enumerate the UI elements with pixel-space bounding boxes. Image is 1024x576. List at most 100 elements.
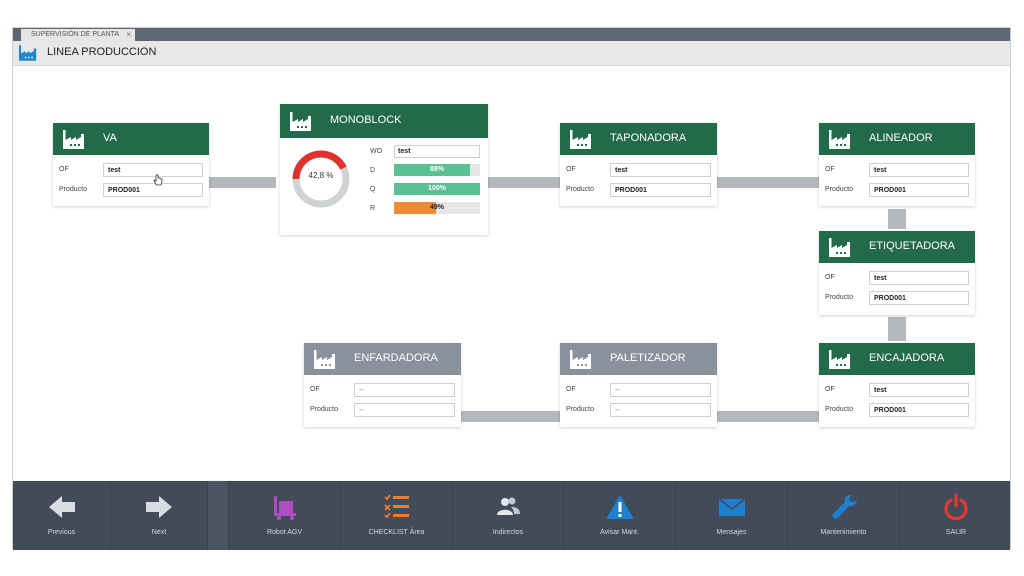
power-icon bbox=[944, 493, 968, 521]
factory-icon bbox=[19, 45, 37, 61]
page-title: LINEA PRODUCCION bbox=[47, 46, 157, 58]
factory-icon bbox=[570, 350, 591, 369]
of-field: -- bbox=[354, 382, 455, 397]
node-encajadora[interactable]: ENCAJADORA OF test Producto PROD001 bbox=[819, 343, 975, 427]
of-field: -- bbox=[610, 382, 711, 397]
connector-alineador-etiquetadora bbox=[888, 209, 906, 229]
mensajes-label: Mensajes bbox=[716, 529, 747, 536]
previous-button[interactable]: Previous bbox=[13, 481, 111, 550]
producto-field: -- bbox=[610, 402, 711, 417]
node-title: PALETIZADOR bbox=[610, 352, 686, 364]
producto-label: Producto bbox=[825, 406, 854, 413]
q-bar-text: 100% bbox=[428, 185, 446, 192]
robot-agv-label: Robot AGV bbox=[266, 529, 303, 536]
of-label: OF bbox=[825, 386, 835, 393]
producto-field: PROD001 bbox=[869, 402, 969, 417]
avisar-mant-button[interactable]: Avisar Mant. bbox=[564, 481, 676, 550]
connector-paletizador-enfardadora bbox=[461, 411, 560, 422]
tab-supervision-planta[interactable]: SUPERVISIÓN DE PLANTA × bbox=[21, 29, 135, 41]
hand-cursor-icon bbox=[153, 174, 163, 186]
node-alineador[interactable]: ALINEADOR OF test Producto PROD001 bbox=[819, 123, 975, 206]
node-header: TAPONADORA bbox=[560, 123, 717, 155]
factory-icon bbox=[63, 130, 84, 149]
node-header: PALETIZADOR bbox=[560, 343, 717, 375]
of-field: test bbox=[869, 270, 969, 285]
node-taponadora[interactable]: TAPONADORA OF test Producto PROD001 bbox=[560, 123, 717, 206]
salir-button[interactable]: SALIR bbox=[900, 481, 1012, 550]
node-header: VA bbox=[53, 123, 209, 155]
app-window: SUPERVISIÓN DE PLANTA × LINEA PRODUCCION bbox=[12, 27, 1011, 550]
connector-monoblock-taponadora bbox=[488, 177, 560, 188]
checklist-button[interactable]: CHECKLIST Área bbox=[341, 481, 453, 550]
producto-field: PROD001 bbox=[610, 182, 711, 197]
previous-label: Previous bbox=[47, 529, 76, 536]
r-label: R bbox=[370, 204, 376, 212]
bottom-toolbar: Previous Next Robot AGV CHECKLIST Área I… bbox=[13, 481, 1010, 550]
factory-icon bbox=[829, 238, 850, 257]
node-title: MONOBLOCK bbox=[330, 114, 402, 126]
mensajes-button[interactable]: Mensajes bbox=[676, 481, 788, 550]
tab-close-icon[interactable]: × bbox=[126, 29, 131, 41]
arrow-left-icon bbox=[48, 496, 75, 518]
r-bar-text: 49% bbox=[429, 204, 444, 211]
q-bar: 100% bbox=[394, 183, 480, 195]
next-button[interactable]: Next bbox=[111, 481, 208, 550]
of-label: OF bbox=[825, 166, 835, 173]
users-icon bbox=[497, 497, 520, 515]
connector-va-monoblock bbox=[209, 177, 276, 188]
node-title: ALINEADOR bbox=[869, 132, 933, 144]
factory-icon bbox=[570, 130, 591, 149]
producto-label: Producto bbox=[310, 406, 339, 413]
node-title: ENFARDADORA bbox=[354, 352, 438, 364]
indirectos-button[interactable]: Indirectos bbox=[453, 481, 564, 550]
of-label: OF bbox=[566, 166, 576, 173]
d-label: D bbox=[370, 166, 376, 174]
oee-gauge-label: 42,8 % bbox=[308, 171, 334, 180]
node-header: ALINEADOR bbox=[819, 123, 975, 155]
r-bar: 49% bbox=[394, 202, 480, 214]
factory-icon bbox=[314, 350, 335, 369]
producto-field: PROD001 bbox=[869, 290, 969, 305]
producto-label: Producto bbox=[825, 294, 854, 301]
wrench-icon bbox=[831, 495, 857, 519]
factory-icon bbox=[829, 350, 850, 369]
node-enfardadora[interactable]: ENFARDADORA OF -- Producto -- bbox=[304, 343, 461, 427]
q-label: Q bbox=[370, 185, 376, 193]
mantenimiento-button[interactable]: Mantenimiento bbox=[788, 481, 900, 550]
robot-agv-button[interactable]: Robot AGV bbox=[229, 481, 341, 550]
of-label: OF bbox=[566, 386, 576, 393]
toolbar-separator bbox=[208, 481, 229, 550]
connector-encajadora-paletizador bbox=[717, 411, 819, 422]
envelope-icon bbox=[718, 498, 745, 516]
node-header: ENCAJADORA bbox=[819, 343, 975, 375]
d-bar-text: 88% bbox=[429, 166, 444, 173]
avisar-mant-label: Avisar Mant. bbox=[600, 529, 639, 536]
producto-label: Producto bbox=[566, 186, 595, 193]
production-line-canvas: VA OF test Producto PROD001 MONOBLOCK 42… bbox=[13, 66, 1010, 480]
node-paletizador[interactable]: PALETIZADOR OF -- Producto -- bbox=[560, 343, 717, 427]
node-monoblock[interactable]: MONOBLOCK 42,8 % WO test D 88% Q 100% R … bbox=[280, 104, 488, 235]
producto-label: Producto bbox=[59, 186, 88, 193]
node-title: ENCAJADORA bbox=[869, 352, 945, 364]
producto-label: Producto bbox=[566, 406, 595, 413]
node-header: MONOBLOCK bbox=[280, 104, 488, 138]
indirectos-label: Indirectos bbox=[492, 529, 524, 536]
tab-label: SUPERVISIÓN DE PLANTA bbox=[31, 31, 120, 38]
of-field: test bbox=[869, 382, 969, 397]
checklist-label: CHECKLIST Área bbox=[368, 529, 425, 536]
mantenimiento-label: Mantenimiento bbox=[820, 529, 867, 536]
checklist-icon bbox=[383, 494, 409, 519]
robot-cart-icon bbox=[273, 496, 296, 521]
warning-icon bbox=[605, 495, 634, 519]
of-field: test bbox=[869, 162, 969, 177]
producto-field: PROD001 bbox=[869, 182, 969, 197]
factory-icon bbox=[290, 112, 311, 131]
node-etiquetadora[interactable]: ETIQUETADORA OF test Producto PROD001 bbox=[819, 231, 975, 315]
producto-label: Producto bbox=[825, 186, 854, 193]
tab-bar: SUPERVISIÓN DE PLANTA × bbox=[13, 28, 1010, 41]
arrow-right-icon bbox=[146, 496, 172, 518]
salir-label: SALIR bbox=[945, 529, 967, 536]
node-title: VA bbox=[103, 132, 117, 144]
node-va[interactable]: VA OF test Producto PROD001 bbox=[53, 123, 209, 206]
of-label: OF bbox=[59, 166, 69, 173]
